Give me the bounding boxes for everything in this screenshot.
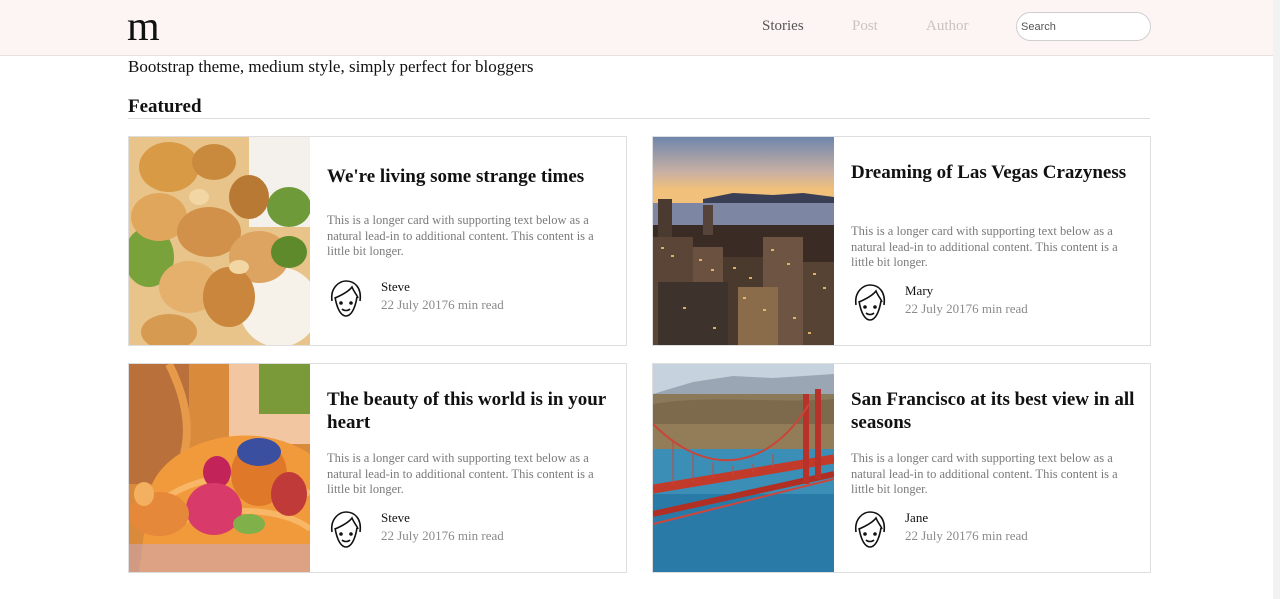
nav-link-stories[interactable]: Stories bbox=[762, 17, 804, 35]
card-title[interactable]: We're living some strange times bbox=[327, 165, 617, 188]
card-title[interactable]: San Francisco at its best view in all se… bbox=[851, 388, 1141, 434]
post-meta: 22 July 20176 min read bbox=[381, 297, 504, 312]
card-text: This is a longer card with supporting te… bbox=[851, 451, 1118, 496]
avatar-icon[interactable] bbox=[327, 510, 365, 550]
author-name[interactable]: Jane bbox=[905, 510, 928, 526]
chicken-salad-photo[interactable] bbox=[129, 137, 310, 345]
nav-link-author[interactable]: Author bbox=[926, 17, 969, 35]
card-body: Dreaming of Las Vegas Crazyness This is … bbox=[851, 137, 1137, 345]
card-text: This is a longer card with supporting te… bbox=[327, 213, 594, 258]
featured-card[interactable]: San Francisco at its best view in all se… bbox=[652, 363, 1151, 573]
author-row: Jane 22 July 20176 min read bbox=[851, 510, 1137, 550]
avatar-icon[interactable] bbox=[327, 279, 365, 319]
featured-card[interactable]: We're living some strange times This is … bbox=[128, 136, 627, 346]
card-body: We're living some strange times This is … bbox=[327, 137, 613, 345]
card-title[interactable]: The beauty of this world is in your hear… bbox=[327, 388, 617, 434]
page-tagline: Bootstrap theme, medium style, simply pe… bbox=[128, 57, 534, 76]
avatar-icon[interactable] bbox=[851, 283, 889, 323]
brand-logo[interactable]: m bbox=[127, 6, 160, 48]
nav-link-post[interactable]: Post bbox=[852, 17, 878, 35]
avatar-icon[interactable] bbox=[851, 510, 889, 550]
golden-gate-bridge-photo[interactable] bbox=[653, 364, 834, 572]
page-scrollbar[interactable] bbox=[1273, 0, 1280, 599]
card-text: This is a longer card with supporting te… bbox=[851, 224, 1118, 269]
author-name[interactable]: Mary bbox=[905, 283, 933, 299]
author-row: Mary 22 July 20176 min read bbox=[851, 283, 1137, 323]
card-title[interactable]: Dreaming of Las Vegas Crazyness bbox=[851, 161, 1141, 184]
section-title-featured: Featured bbox=[128, 96, 202, 117]
post-meta: 22 July 20176 min read bbox=[381, 528, 504, 543]
post-meta: 22 July 20176 min read bbox=[905, 528, 1028, 543]
search-input[interactable] bbox=[1016, 12, 1151, 41]
navbar: m Stories Post Author bbox=[0, 0, 1280, 56]
card-body: The beauty of this world is in your hear… bbox=[327, 364, 613, 572]
featured-card[interactable]: Dreaming of Las Vegas Crazyness This is … bbox=[652, 136, 1151, 346]
card-text: This is a longer card with supporting te… bbox=[327, 451, 594, 496]
author-row: Steve 22 July 20176 min read bbox=[327, 510, 613, 550]
easter-eggs-basket-photo[interactable] bbox=[129, 364, 310, 572]
card-body: San Francisco at its best view in all se… bbox=[851, 364, 1137, 572]
section-divider bbox=[128, 118, 1150, 119]
featured-card[interactable]: The beauty of this world is in your hear… bbox=[128, 363, 627, 573]
city-skyline-photo[interactable] bbox=[653, 137, 834, 345]
author-name[interactable]: Steve bbox=[381, 279, 410, 295]
author-name[interactable]: Steve bbox=[381, 510, 410, 526]
author-row: Steve 22 July 20176 min read bbox=[327, 279, 613, 319]
post-meta: 22 July 20176 min read bbox=[905, 301, 1028, 316]
